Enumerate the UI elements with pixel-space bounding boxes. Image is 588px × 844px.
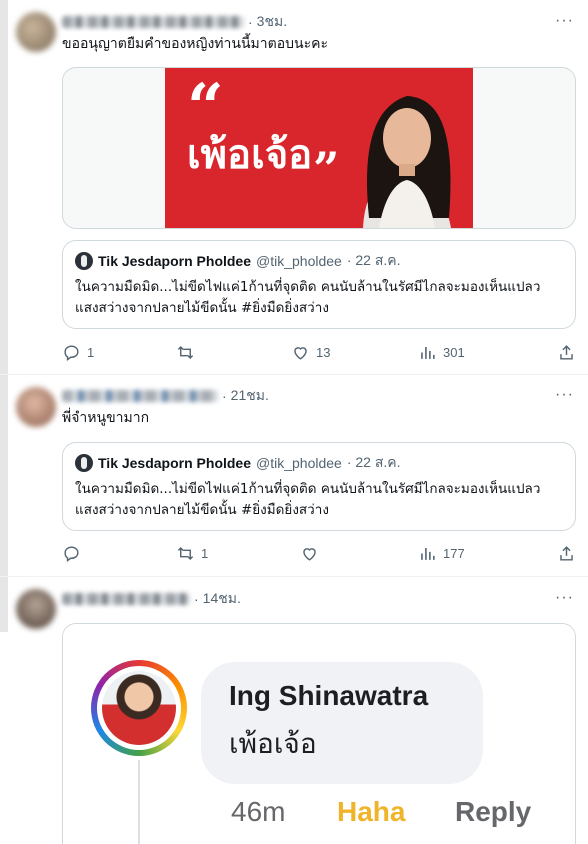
quoted-text: ในความมืดมิด...ไม่ขีดไฟแค่1ก้านที่จุดติด… [75,479,563,521]
avatar[interactable] [16,387,56,427]
retweet-icon [177,345,194,359]
reply-link: Reply [455,796,532,827]
blurred-username[interactable] [62,390,218,402]
quoted-tweet[interactable]: Tik Jesdaporn Pholdee @tik_pholdee · 22 … [62,240,576,329]
comment-author: Ing Shinawatra [229,680,429,711]
more-options-icon[interactable]: ··· [555,589,574,607]
views-icon [421,547,435,560]
portrait-figure [363,96,451,228]
quoted-text-line-2: แสงสว่างจากปลายไม้ขีดนั้น #ยิ่งมืดยิ่งสว… [75,300,329,316]
reply-tweet-1[interactable]: · 3ชม. ··· ขออนุญาตยืมคำของหญิงท่านนี้มา… [8,0,588,374]
like-button[interactable]: 13 [291,341,330,363]
views-icon [421,346,435,359]
quoted-date: · 22 ส.ค. [346,454,401,470]
share-button[interactable] [557,542,576,564]
heart-icon [294,346,307,360]
thread-rail [0,0,8,632]
quoted-text-line-2: แสงสว่างจากปลายไม้ขีดนั้น #ยิ่งมืดยิ่งสว… [75,502,329,518]
tweet-time[interactable]: 14ชม. [203,588,241,610]
reply-icon [64,545,79,562]
tweet-time[interactable]: 3ชม. [257,11,287,33]
share-icon [560,545,573,561]
graphic-word: เพ้อเจ้อ [187,132,313,178]
reply-tweet-3[interactable]: · 14ชม. ··· Ing Shinawatra เพ้อเจ้อ 46m … [8,577,588,844]
quoted-handle: @tik_pholdee [256,455,342,471]
quote-graphic-image: “ เพ้อเจ้อ ” [165,68,473,228]
media-image[interactable]: “ เพ้อเจ้อ ” [62,67,576,229]
tweet-text: ขออนุญาตยืมคำของหญิงท่านนี้มาตอบนะคะ [62,36,328,52]
views-button[interactable]: 177 [418,542,465,564]
quoted-avatar [75,252,93,270]
facebook-comment-screenshot: Ing Shinawatra เพ้อเจ้อ 46m Haha Reply [63,624,575,844]
blurred-username[interactable] [62,593,190,605]
avatar[interactable] [16,589,56,629]
quoted-text-line-1: ในความมืดมิด...ไม่ขีดไฟแค่1ก้านที่จุดติด… [75,279,541,295]
quoted-date: · 22 ส.ค. [346,252,401,268]
comment-bubble: Ing Shinawatra เพ้อเจ้อ [201,662,483,784]
views-button[interactable]: 301 [418,341,465,363]
retweet-icon [177,546,194,560]
dot-separator: · [248,14,253,30]
quoted-avatar [75,454,93,472]
heart-icon [303,547,316,561]
share-icon [560,344,573,360]
reply-button[interactable] [62,542,81,564]
retweet-button[interactable]: 1 [176,542,208,564]
more-options-icon[interactable]: ··· [555,386,574,404]
views-count: 177 [443,545,465,561]
avatar[interactable] [16,12,56,52]
quoted-author-name: Tik Jesdaporn Pholdee [98,253,252,269]
quoted-author-name: Tik Jesdaporn Pholdee [98,455,252,471]
like-button[interactable] [300,542,319,564]
dot-separator: · [194,591,199,607]
views-count: 301 [443,344,465,360]
quoted-handle: @tik_pholdee [256,253,342,269]
quoted-tweet[interactable]: Tik Jesdaporn Pholdee @tik_pholdee · 22 … [62,442,576,531]
retweet-button[interactable] [176,341,195,363]
tweet-text: พี่จำหนูขามาก [62,410,150,426]
profile-photo [102,671,176,745]
profile-story-ring [91,660,187,756]
blurred-username[interactable] [62,16,244,28]
retweet-count: 1 [201,545,209,561]
quoted-text: ในความมืดมิด...ไม่ขีดไฟแค่1ก้านที่จุดติด… [75,277,563,319]
share-button[interactable] [557,341,576,363]
comment-text: เพ้อเจ้อ [229,727,317,760]
like-count: 13 [316,344,331,360]
reply-tweet-2[interactable]: · 21ชม. ··· พี่จำหนูขามาก Tik Jesdaporn … [8,375,588,577]
quoted-text-line-1: ในความมืดมิด...ไม่ขีดไฟแค่1ก้านที่จุดติด… [75,481,541,497]
thread-line [138,760,140,844]
tweet-time[interactable]: 21ชม. [231,385,269,407]
reply-icon [64,344,79,361]
comment-time: 46m [231,796,286,827]
reply-count: 1 [87,344,95,360]
media-image[interactable]: Ing Shinawatra เพ้อเจ้อ 46m Haha Reply [62,623,576,844]
dot-separator: · [222,388,227,404]
more-options-icon[interactable]: ··· [555,12,574,30]
reply-button[interactable]: 1 [62,341,94,363]
haha-reaction: Haha [337,796,406,827]
